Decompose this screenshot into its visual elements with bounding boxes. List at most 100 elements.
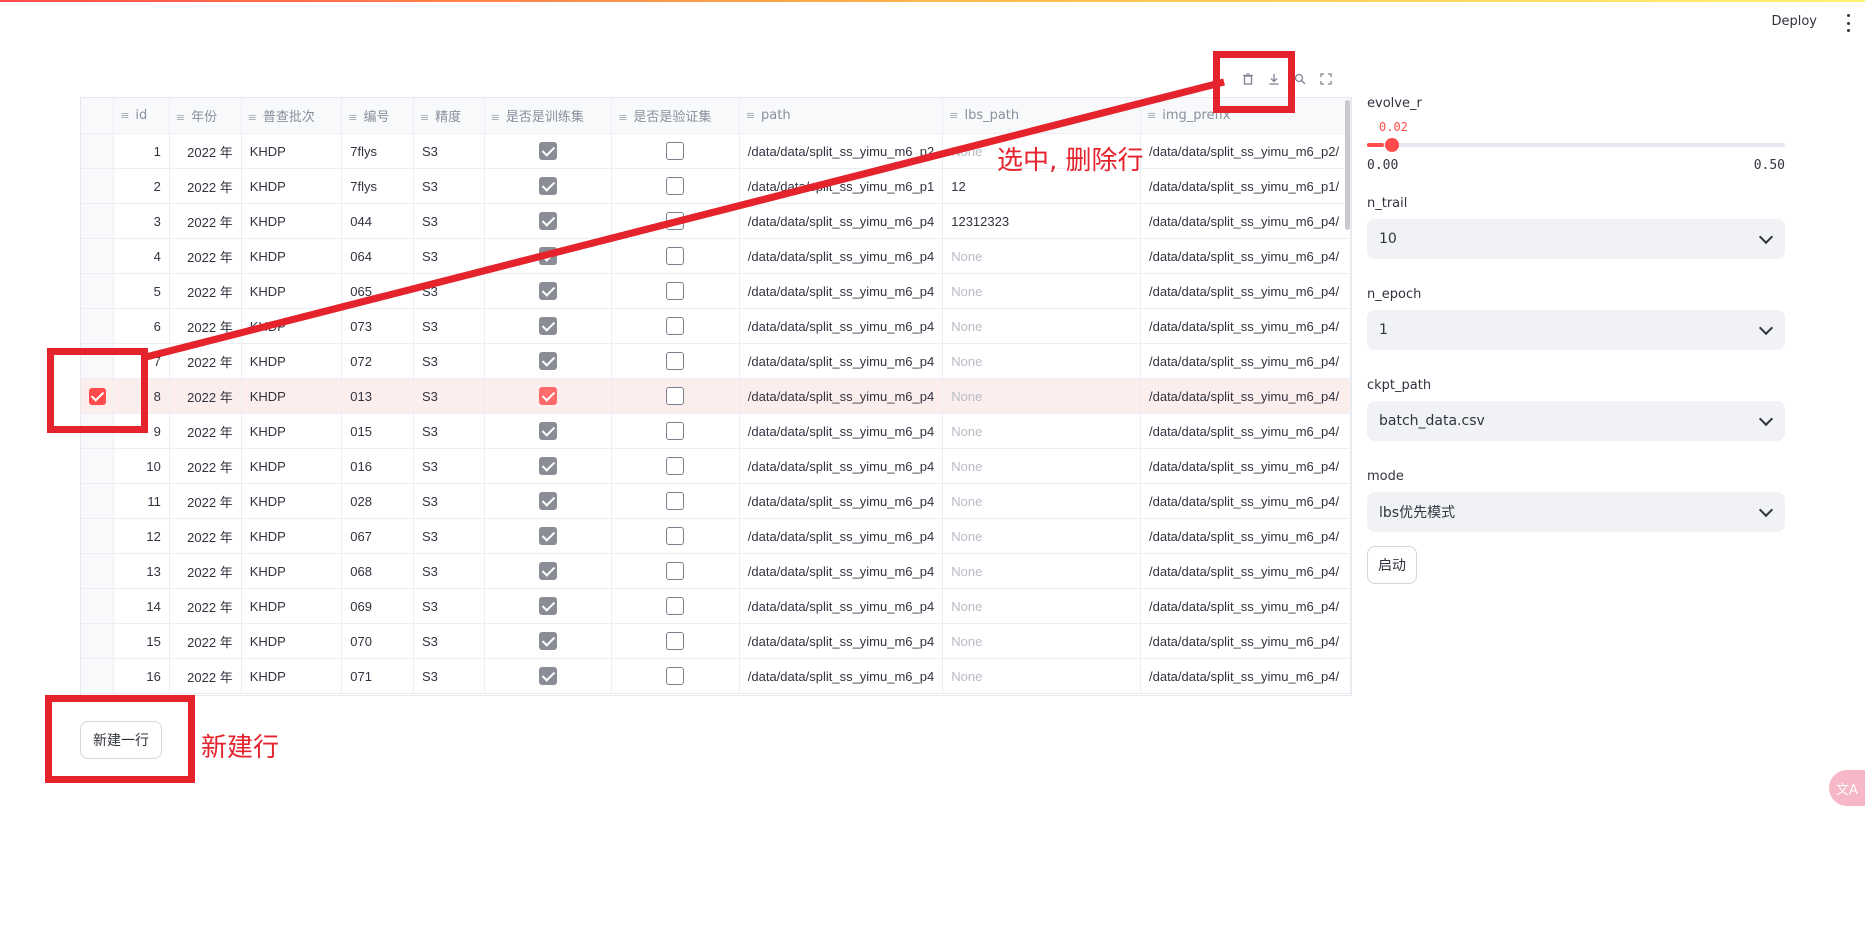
img-prefix-cell[interactable]: /data/data/split_ss_yimu_m6_p4/ bbox=[1140, 343, 1351, 379]
train-checkbox[interactable] bbox=[538, 177, 557, 195]
lbs-path-cell[interactable]: None bbox=[942, 553, 1141, 589]
start-button[interactable]: 启动 bbox=[1367, 546, 1417, 584]
id-cell[interactable]: 1 bbox=[113, 133, 170, 169]
id-cell[interactable]: 3 bbox=[113, 203, 170, 239]
lbs-path-cell[interactable]: None bbox=[942, 483, 1141, 519]
batch-cell[interactable]: KHDP bbox=[241, 308, 343, 344]
table-row[interactable]: 8 2022 年 KHDP 013 S3/data/data/split_ss_yimu… bbox=[81, 378, 1351, 414]
train-checkbox[interactable] bbox=[538, 562, 557, 580]
path-cell[interactable]: /data/data/split_ss_yimu_m6_p4 bbox=[739, 518, 944, 554]
val-cell[interactable] bbox=[611, 238, 740, 274]
code-cell[interactable]: 070 bbox=[341, 623, 414, 659]
val-cell[interactable] bbox=[611, 658, 740, 694]
train-checkbox[interactable] bbox=[538, 247, 557, 265]
batch-cell[interactable]: KHDP bbox=[241, 378, 343, 414]
code-cell[interactable]: 069 bbox=[341, 588, 414, 624]
code-cell[interactable]: 028 bbox=[341, 483, 414, 519]
year-cell[interactable]: 2022 年 bbox=[169, 623, 242, 659]
year-cell[interactable]: 2022 年 bbox=[169, 413, 242, 449]
accuracy-cell[interactable]: S3 bbox=[413, 553, 485, 589]
train-checkbox[interactable] bbox=[538, 492, 557, 510]
year-cell[interactable]: 2022 年 bbox=[169, 553, 242, 589]
accuracy-cell[interactable]: S3 bbox=[413, 133, 485, 169]
train-cell[interactable] bbox=[484, 483, 613, 519]
batch-cell[interactable]: KHDP bbox=[241, 413, 343, 449]
lbs-path-cell[interactable]: None bbox=[942, 308, 1141, 344]
train-cell[interactable] bbox=[484, 448, 613, 484]
path-cell[interactable]: /data/data/split_ss_yimu_m6_p4 bbox=[739, 238, 944, 274]
n-epoch-select[interactable]: 1 bbox=[1367, 310, 1785, 350]
train-cell[interactable] bbox=[484, 413, 613, 449]
val-cell[interactable] bbox=[611, 343, 740, 379]
code-cell[interactable]: 068 bbox=[341, 553, 414, 589]
val-cell[interactable] bbox=[611, 623, 740, 659]
accuracy-cell[interactable]: S3 bbox=[413, 623, 485, 659]
val-checkbox[interactable] bbox=[666, 562, 685, 580]
path-cell[interactable]: /data/data/split_ss_yimu_m6_p4 bbox=[739, 658, 944, 694]
path-cell[interactable]: /data/data/split_ss_yimu_m6_p4 bbox=[739, 308, 944, 344]
accuracy-cell[interactable]: S3 bbox=[413, 448, 485, 484]
column-header[interactable]: ≡ 编号 bbox=[341, 98, 414, 134]
column-header[interactable]: ≡ 年份 bbox=[169, 98, 242, 134]
id-cell[interactable]: 10 bbox=[113, 448, 170, 484]
table-row[interactable]: 15 2022 年 KHDP 070 S3/data/data/split_ss_yim… bbox=[81, 623, 1351, 659]
val-cell[interactable] bbox=[611, 133, 740, 169]
deploy-button[interactable]: Deploy bbox=[1771, 14, 1817, 29]
val-cell[interactable] bbox=[611, 553, 740, 589]
id-cell[interactable]: 16 bbox=[113, 658, 170, 694]
accuracy-cell[interactable]: S3 bbox=[413, 273, 485, 309]
id-cell[interactable]: 2 bbox=[113, 168, 170, 204]
slider-thumb[interactable] bbox=[1384, 138, 1399, 152]
val-cell[interactable] bbox=[611, 203, 740, 239]
train-cell[interactable] bbox=[484, 238, 613, 274]
code-cell[interactable]: 044 bbox=[341, 203, 414, 239]
year-cell[interactable]: 2022 年 bbox=[169, 658, 242, 694]
table-row[interactable]: 9 2022 年 KHDP 015 S3/data/data/split_ss_yimu… bbox=[81, 413, 1351, 449]
mode-select[interactable]: lbs优先模式 bbox=[1367, 492, 1785, 532]
code-cell[interactable]: 7flys bbox=[341, 168, 414, 204]
path-cell[interactable]: /data/data/split_ss_yimu_m6_p4 bbox=[739, 483, 944, 519]
row-select-cell[interactable] bbox=[81, 623, 115, 659]
accuracy-cell[interactable]: S3 bbox=[413, 238, 485, 274]
batch-cell[interactable]: KHDP bbox=[241, 623, 343, 659]
img-prefix-cell[interactable]: /data/data/split_ss_yimu_m6_p4/ bbox=[1140, 623, 1351, 659]
table-row[interactable]: 11 2022 年 KHDP 028 S3/data/data/split_ss_yim… bbox=[81, 483, 1351, 519]
lbs-path-cell[interactable]: None bbox=[942, 238, 1141, 274]
column-header[interactable]: ≡ id bbox=[113, 98, 170, 134]
batch-cell[interactable]: KHDP bbox=[241, 588, 343, 624]
path-cell[interactable]: /data/data/split_ss_yimu_m6_p4 bbox=[739, 448, 944, 484]
path-cell[interactable]: /data/data/split_ss_yimu_m6_p4 bbox=[739, 623, 944, 659]
row-select-cell[interactable] bbox=[81, 588, 115, 624]
batch-cell[interactable]: KHDP bbox=[241, 483, 343, 519]
train-cell[interactable] bbox=[484, 588, 613, 624]
year-cell[interactable]: 2022 年 bbox=[169, 308, 242, 344]
code-cell[interactable]: 073 bbox=[341, 308, 414, 344]
translate-icon[interactable]: 文A bbox=[1829, 770, 1865, 806]
train-cell[interactable] bbox=[484, 658, 613, 694]
year-cell[interactable]: 2022 年 bbox=[169, 133, 242, 169]
ckpt-path-select[interactable]: batch_data.csv bbox=[1367, 401, 1785, 441]
train-cell[interactable] bbox=[484, 273, 613, 309]
accuracy-cell[interactable]: S3 bbox=[413, 378, 485, 414]
row-select-cell[interactable] bbox=[81, 518, 115, 554]
code-cell[interactable]: 016 bbox=[341, 448, 414, 484]
val-cell[interactable] bbox=[611, 308, 740, 344]
row-select-cell[interactable] bbox=[81, 483, 115, 519]
val-checkbox[interactable] bbox=[666, 422, 685, 440]
data-editor-table[interactable]: ≡ id ≡ 年份 ≡ 普查批次 ≡ 编号 ≡ 精度 ≡ 是否是训练集 ≡ 是否是验证集 ≡ p… bbox=[80, 97, 1352, 696]
path-cell[interactable]: /data/data/split_ss_yimu_m6_p4 bbox=[739, 588, 944, 624]
accuracy-cell[interactable]: S3 bbox=[413, 518, 485, 554]
accuracy-cell[interactable]: S3 bbox=[413, 588, 485, 624]
img-prefix-cell[interactable]: /data/data/split_ss_yimu_m6_p4/ bbox=[1140, 238, 1351, 274]
code-cell[interactable]: 013 bbox=[341, 378, 414, 414]
val-cell[interactable] bbox=[611, 518, 740, 554]
batch-cell[interactable]: KHDP bbox=[241, 658, 343, 694]
val-checkbox[interactable] bbox=[666, 492, 685, 510]
batch-cell[interactable]: KHDP bbox=[241, 518, 343, 554]
img-prefix-cell[interactable]: /data/data/split_ss_yimu_m6_p4/ bbox=[1140, 658, 1351, 694]
img-prefix-cell[interactable]: /data/data/split_ss_yimu_m6_p4/ bbox=[1140, 483, 1351, 519]
id-cell[interactable]: 13 bbox=[113, 553, 170, 589]
val-cell[interactable] bbox=[611, 448, 740, 484]
val-cell[interactable] bbox=[611, 168, 740, 204]
row-select-cell[interactable] bbox=[81, 168, 115, 204]
